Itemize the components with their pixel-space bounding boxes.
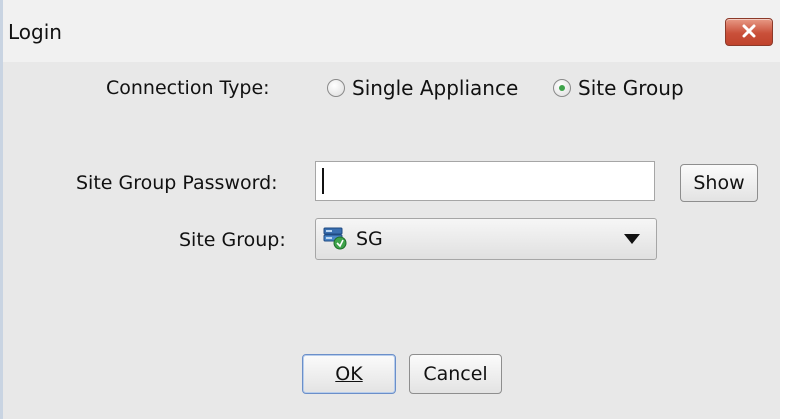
connection-type-label: Connection Type: — [106, 77, 270, 99]
login-dialog: Login Connection Type: Single Appliance … — [0, 0, 786, 419]
chevron-down-icon[interactable] — [624, 234, 640, 244]
text-caret — [322, 168, 324, 194]
site-group-servers-icon — [323, 227, 347, 250]
ok-button[interactable]: OK — [302, 354, 396, 394]
cancel-button-label: Cancel — [423, 363, 488, 385]
site-group-password-label: Site Group Password: — [76, 172, 278, 194]
radio-single-appliance[interactable] — [327, 79, 345, 97]
close-icon — [742, 24, 756, 38]
site-group-selected-value: SG — [356, 228, 383, 250]
ok-button-label: OK — [335, 363, 363, 385]
radio-single-appliance-label[interactable]: Single Appliance — [352, 76, 518, 100]
titlebar[interactable]: Login — [0, 0, 780, 62]
window-title: Login — [8, 20, 62, 44]
site-group-password-input[interactable] — [315, 161, 655, 201]
site-group-label: Site Group: — [179, 229, 286, 251]
radio-site-group-label[interactable]: Site Group — [578, 76, 684, 100]
cancel-button[interactable]: Cancel — [409, 354, 502, 394]
show-password-button[interactable]: Show — [680, 164, 758, 202]
close-button[interactable] — [725, 18, 773, 46]
radio-site-group[interactable] — [553, 79, 571, 97]
site-group-select[interactable]: SG — [315, 218, 657, 260]
